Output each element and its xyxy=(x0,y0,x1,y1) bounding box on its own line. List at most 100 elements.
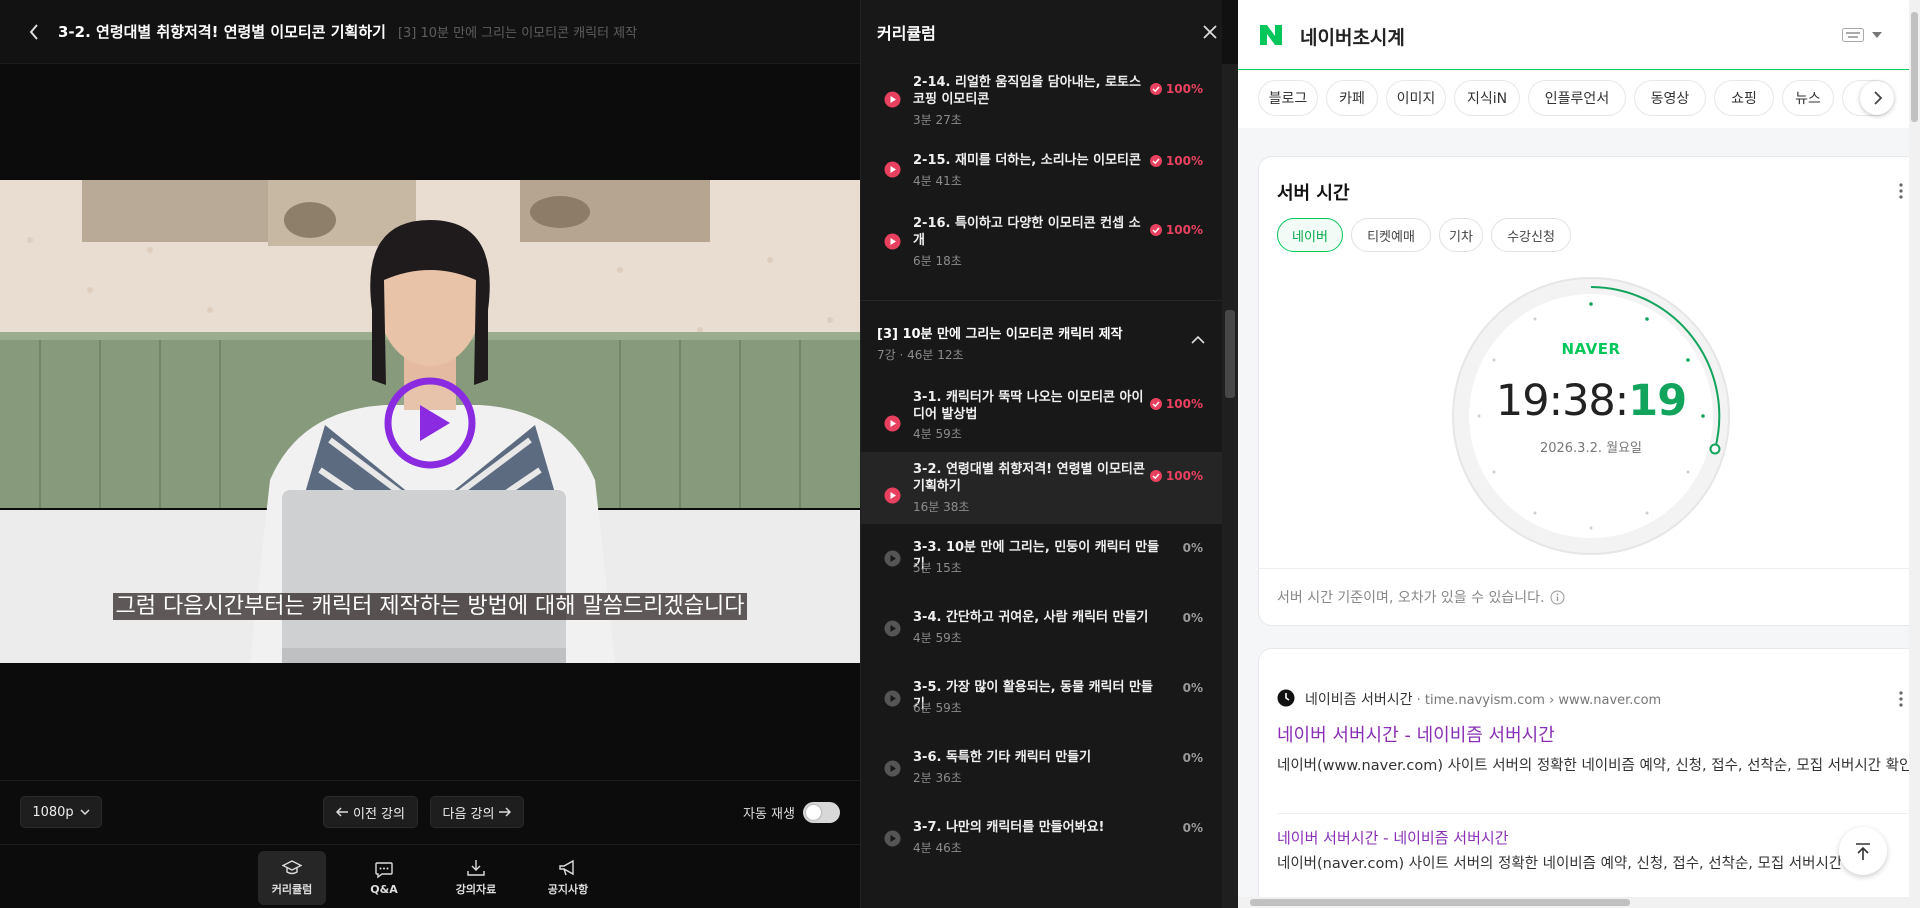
clock-time: 19:38:19 xyxy=(1448,376,1734,426)
autoplay-toggle[interactable] xyxy=(803,802,840,823)
play-circle-icon xyxy=(884,161,901,178)
tab-blog[interactable]: 블로그 xyxy=(1258,80,1318,116)
lesson-title: 3-1. 캐릭터가 뚝딱 나오는 이모티콘 아이디어 발상법 xyxy=(913,390,1144,422)
chip-ticket[interactable]: 티켓예매 xyxy=(1351,218,1431,252)
result-site-name: 네이비즘 서버시간 xyxy=(1305,692,1413,708)
naver-hscroll-thumb[interactable] xyxy=(1250,899,1630,906)
info-icon[interactable] xyxy=(1550,590,1565,605)
curriculum-scroll-thumb[interactable] xyxy=(1225,310,1235,398)
lesson-progress-value: 0% xyxy=(1182,541,1203,555)
lesson-item[interactable]: 3-6. 독특한 기타 캐릭터 만들기 2분 36초 0% xyxy=(861,740,1222,802)
search-tabs: 블로그 카페 이미지 지식iN 인플루언서 동영상 쇼핑 뉴스 쇼 xyxy=(1238,70,1920,128)
naver-vertical-scrollbar[interactable] xyxy=(1909,0,1920,908)
result-title-link[interactable]: 네이버 서버시간 - 네이비즘 서버시간 xyxy=(1277,721,1555,747)
prev-lecture-button[interactable]: 이전 강의 xyxy=(323,796,418,828)
keyboard-icon[interactable] xyxy=(1842,28,1864,42)
scroll-to-top-button[interactable] xyxy=(1839,827,1887,875)
clock-time-seconds: 19 xyxy=(1628,376,1687,426)
tab-notice[interactable]: 공지사항 xyxy=(534,851,602,905)
lesson-progress: 100% xyxy=(1149,223,1203,237)
tab-materials[interactable]: 강의자료 xyxy=(442,851,510,905)
lesson-duration: 4분 59초 xyxy=(913,631,962,645)
play-icon xyxy=(384,377,476,469)
lesson-item-current[interactable]: 3-2. 연령대별 취향저격! 연령별 이모티콘 기획하기 16분 38초 10… xyxy=(861,452,1222,524)
naver-logo-icon[interactable] xyxy=(1258,24,1284,46)
player-header: 3-2. 연령대별 취향저격! 연령별 이모티콘 기획하기 [3] 10분 만에… xyxy=(0,0,860,64)
more-vertical-icon[interactable] xyxy=(1899,183,1903,199)
play-circle-icon xyxy=(884,233,901,250)
lesson-item[interactable]: 2-14. 리얼한 움직임을 담아내는, 로토스코핑 이모티콘 3분 27초 1… xyxy=(861,66,1222,134)
lesson-title: 3-6. 독특한 기타 캐릭터 만들기 xyxy=(913,750,1092,765)
tab-notice-label: 공지사항 xyxy=(547,883,589,896)
chip-train[interactable]: 기차 xyxy=(1439,218,1483,252)
divider xyxy=(1259,568,1920,569)
arrow-right-icon xyxy=(499,807,512,817)
lesson-progress-value: 100% xyxy=(1165,154,1203,168)
tab-qna[interactable]: Q&A xyxy=(350,851,418,905)
section-header[interactable]: [3] 10분 만에 그리는 이모티콘 캐릭터 제작 7강 · 46분 12초 xyxy=(861,300,1222,380)
tab-shopping[interactable]: 쇼핑 xyxy=(1714,80,1774,116)
lesson-item[interactable]: 3-3. 10분 만에 그리는, 민둥이 캐릭터 만들기 5분 15초 0% xyxy=(861,530,1222,592)
prev-lecture-label: 이전 강의 xyxy=(353,806,405,822)
lesson-duration: 4분 46초 xyxy=(913,841,962,855)
tab-video[interactable]: 동영상 xyxy=(1634,80,1706,116)
tab-curriculum-label: 커리큘럼 xyxy=(271,883,313,896)
player-bottom-tabs: 커리큘럼 Q&A 강의자료 공지사항 xyxy=(0,844,860,908)
lesson-progress-value: 100% xyxy=(1165,223,1203,237)
arrow-up-icon xyxy=(1856,843,1870,860)
lesson-progress-value: 0% xyxy=(1182,751,1203,765)
play-button[interactable] xyxy=(382,375,478,471)
next-lecture-button[interactable]: 다음 강의 xyxy=(430,796,524,828)
curriculum-panel: 커리큘럼 2-14. 리얼한 움직임을 담아내는, 로토스코핑 이모티콘 3분 … xyxy=(860,0,1222,908)
lesson-item[interactable]: 3-4. 간단하고 귀여운, 사람 캐릭터 만들기 4분 59초 0% xyxy=(861,600,1222,662)
tab-curriculum[interactable]: 커리큘럼 xyxy=(258,851,326,905)
search-result: 네이비즘 서버시간 · time.navyism.com › www.naver… xyxy=(1258,648,1920,908)
tabs-next-button[interactable] xyxy=(1860,81,1894,115)
result-sub-link[interactable]: 네이버 서버시간 - 네이비즘 서버시간 xyxy=(1277,827,1509,848)
result-site[interactable]: 네이비즘 서버시간 · time.navyism.com › www.naver… xyxy=(1305,689,1661,709)
lesson-title: 2-14. 리얼한 움직임을 담아내는, 로토스코핑 이모티콘 xyxy=(913,75,1141,107)
lesson-item[interactable]: 2-15. 재미를 더하는, 소리나는 이모티콘 4분 41초 100% xyxy=(861,138,1222,198)
lesson-title: 2-16. 특이하고 다양한 이모티콘 컨셉 소개 xyxy=(913,216,1141,248)
lesson-title: 2-15. 재미를 더하는, 소리나는 이모티콘 xyxy=(913,153,1141,168)
clock-date: 2026.3.2. 월요일 xyxy=(1539,441,1643,456)
lesson-item[interactable]: 2-16. 특이하고 다양한 이모티콘 컨셉 소개 6분 18초 100% xyxy=(861,206,1222,276)
curriculum-scrollbar[interactable] xyxy=(1222,64,1238,908)
quality-selector[interactable]: 1080p xyxy=(20,796,102,828)
tab-kin[interactable]: 지식iN xyxy=(1454,80,1520,116)
more-vertical-icon[interactable] xyxy=(1899,691,1903,707)
arrow-left-icon xyxy=(336,807,348,817)
back-button[interactable] xyxy=(22,20,46,44)
tab-cafe[interactable]: 카페 xyxy=(1326,80,1378,116)
chat-bubble-icon xyxy=(375,861,393,878)
chip-naver[interactable]: 네이버 xyxy=(1277,218,1343,252)
lesson-item[interactable]: 3-7. 나만의 캐릭터를 만들어봐요! 4분 46초 0% xyxy=(861,810,1222,872)
check-circle-icon xyxy=(1149,224,1162,236)
graduation-cap-icon xyxy=(282,860,302,875)
caret-down-icon[interactable] xyxy=(1872,32,1882,38)
lesson-item[interactable]: 3-5. 가장 많이 활용되는, 동물 캐릭터 만들기 6분 59초 0% xyxy=(861,670,1222,732)
video-subtitle: 그럼 다음시간부터는 캐릭터 제작하는 방법에 대해 말씀드리겠습니다 xyxy=(0,588,860,620)
chevron-up-icon xyxy=(1191,335,1205,344)
naver-vscroll-thumb[interactable] xyxy=(1911,12,1918,122)
chip-course[interactable]: 수강신청 xyxy=(1491,218,1571,252)
naver-horizontal-scrollbar[interactable] xyxy=(1238,897,1909,908)
tab-materials-label: 강의자료 xyxy=(455,883,497,896)
next-lecture-label: 다음 강의 xyxy=(442,806,495,822)
lesson-progress-value: 0% xyxy=(1182,611,1203,625)
section-breadcrumb: [3] 10분 만에 그리는 이모티콘 캐릭터 제작 xyxy=(397,26,638,41)
search-query[interactable]: 네이버초시계 xyxy=(1300,23,1405,50)
play-circle-icon xyxy=(884,415,901,432)
video-frame[interactable]: 그럼 다음시간부터는 캐릭터 제작하는 방법에 대해 말씀드리겠습니다 xyxy=(0,180,860,663)
clock-favicon-icon xyxy=(1277,689,1295,707)
tab-image[interactable]: 이미지 xyxy=(1386,80,1446,116)
close-button[interactable] xyxy=(1200,22,1220,42)
lecture-title: 3-2. 연령대별 취향저격! 연령별 이모티콘 기획하기 xyxy=(58,23,386,41)
tab-news[interactable]: 뉴스 xyxy=(1782,80,1834,116)
chevron-right-icon xyxy=(1874,91,1883,105)
curriculum-header: 커리큘럼 xyxy=(861,0,1222,64)
card-title: 서버 시간 xyxy=(1277,183,1350,204)
lesson-item[interactable]: 3-1. 캐릭터가 뚝딱 나오는 이모티콘 아이디어 발상법 4분 59초 10… xyxy=(861,380,1222,450)
play-circle-icon xyxy=(884,91,901,108)
tab-influencer[interactable]: 인플루언서 xyxy=(1528,80,1626,116)
